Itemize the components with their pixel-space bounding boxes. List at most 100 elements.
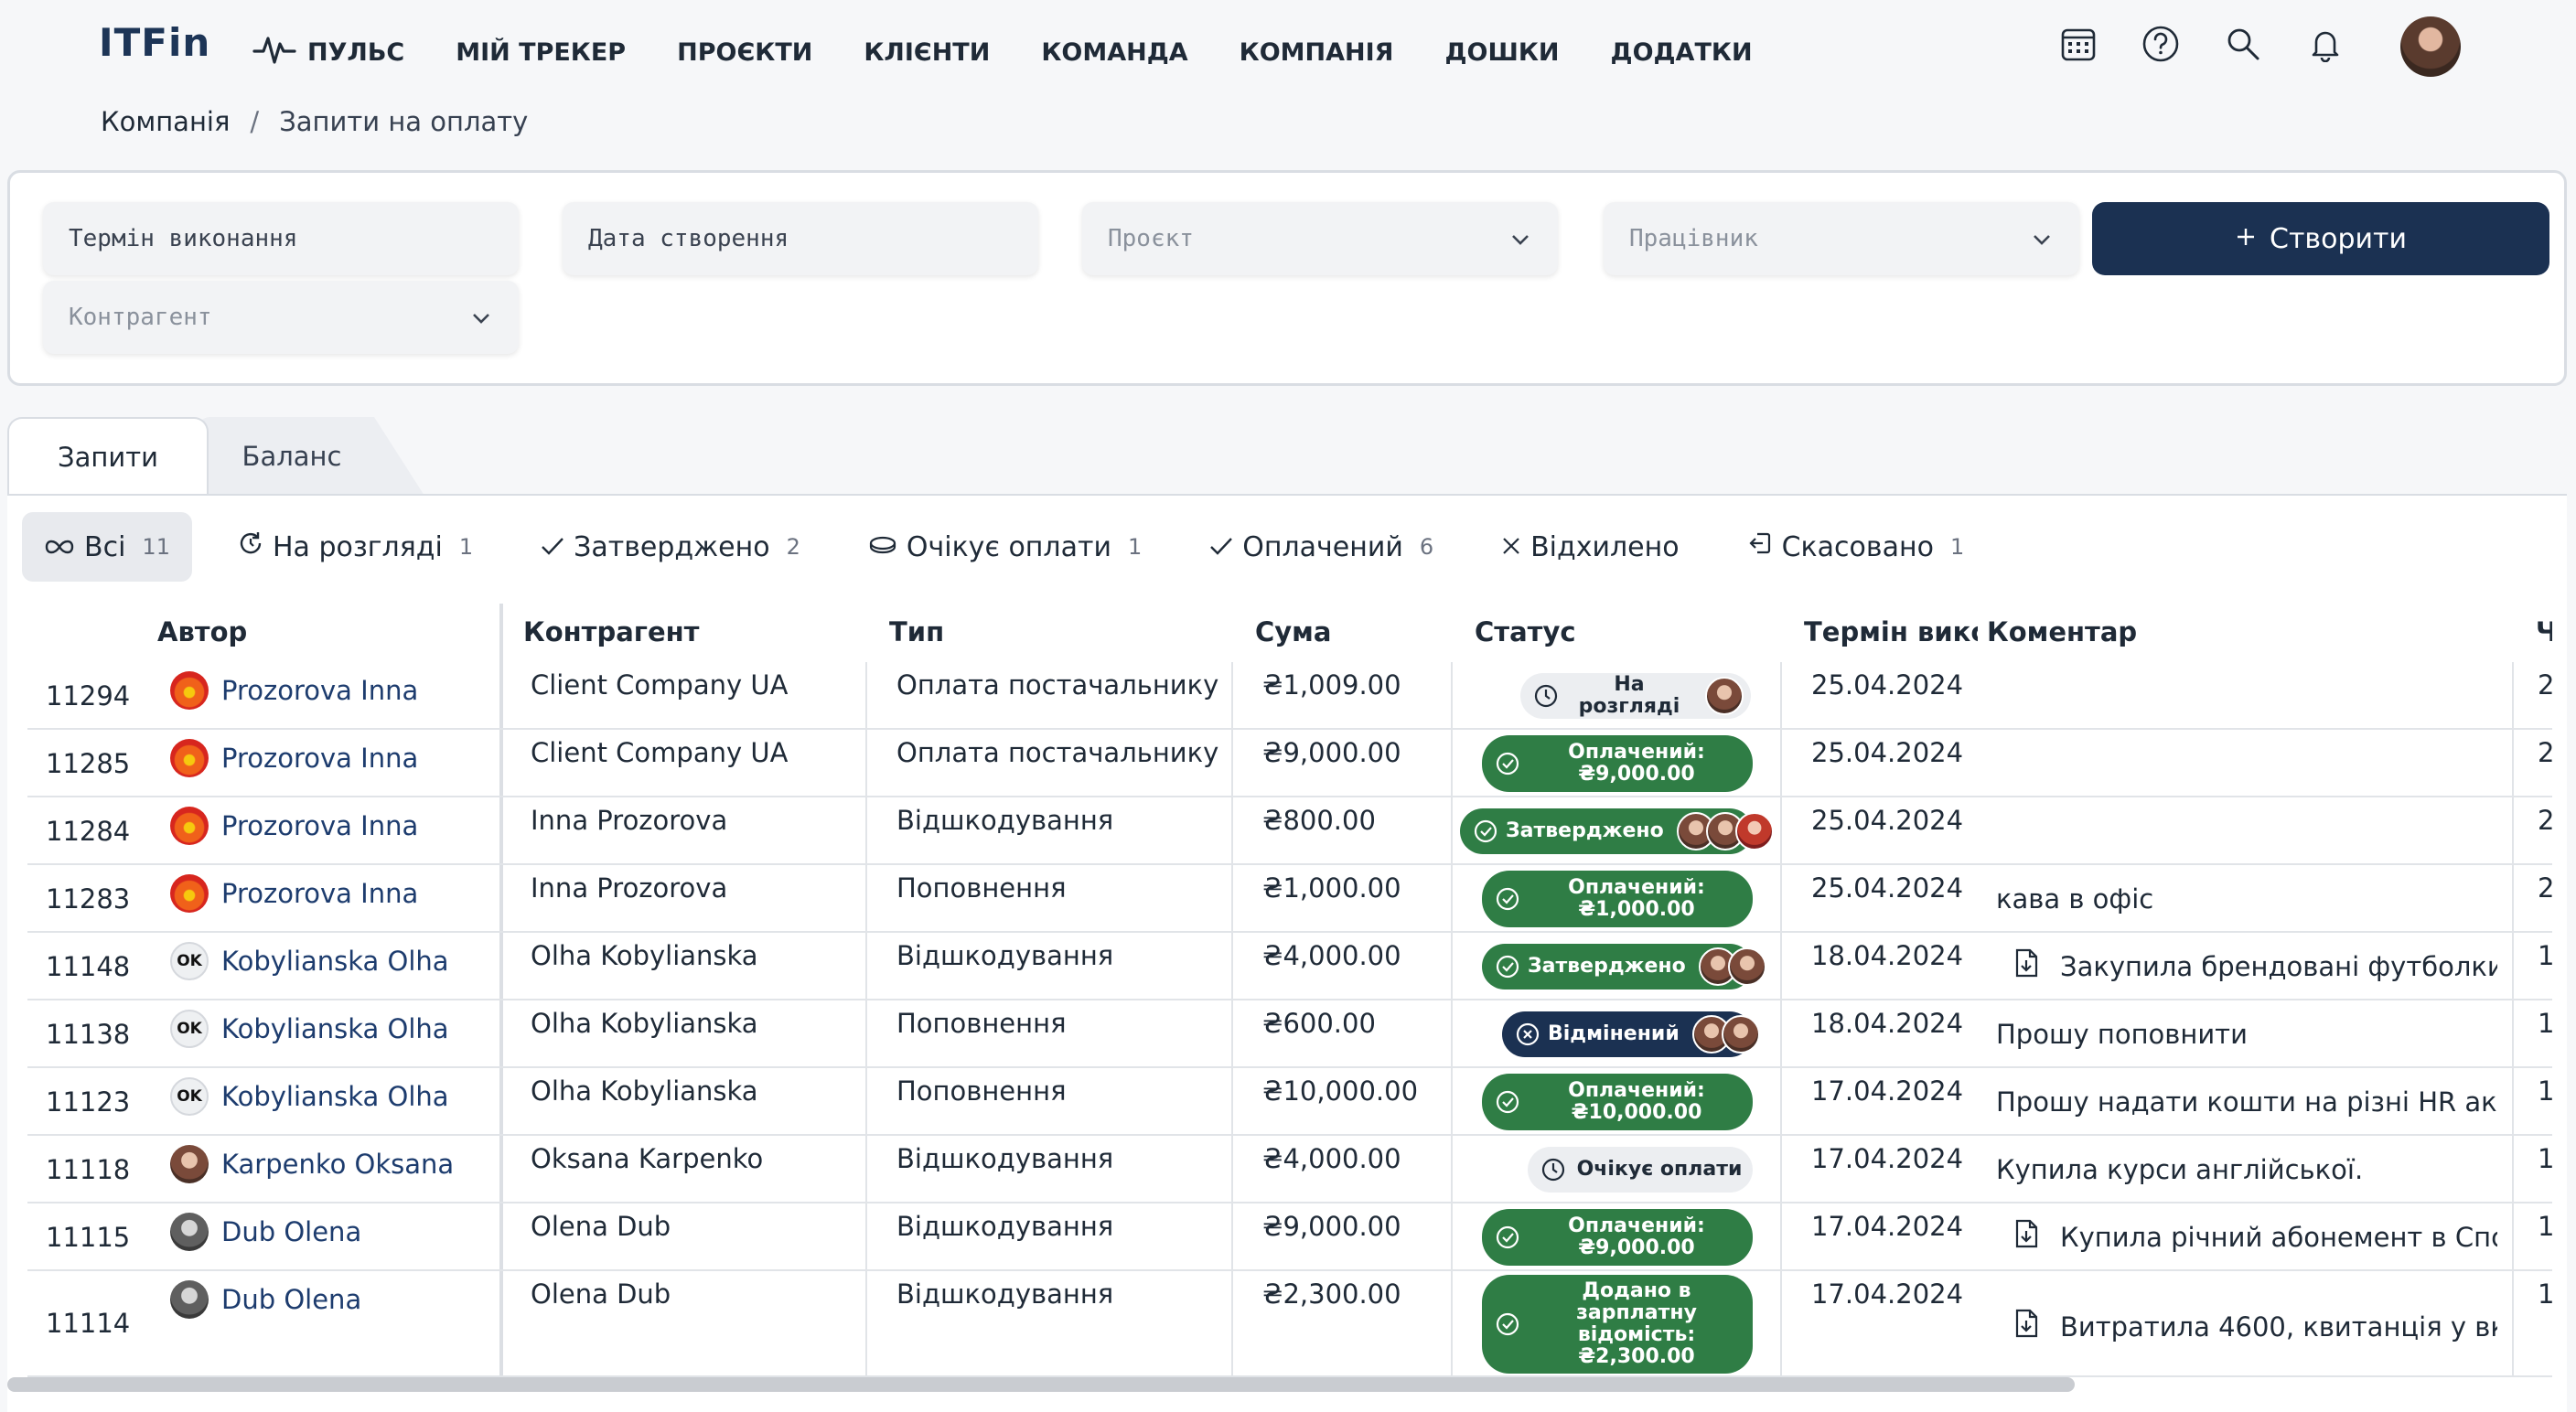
author-avatar bbox=[170, 1213, 209, 1251]
request-id[interactable]: 11114 bbox=[46, 1308, 130, 1339]
table-row[interactable]: 11285 Prozorova Inna Client Company UA Опла… bbox=[27, 730, 2552, 797]
table-row[interactable]: 11148 OK Kobylianska Olha Olha Kobylianska В… bbox=[27, 933, 2552, 1000]
tab-requests[interactable]: Запити bbox=[7, 417, 209, 496]
help-icon[interactable] bbox=[2141, 24, 2181, 64]
table-row[interactable]: 11138 OK Kobylianska Olha Olha Kobylianska П… bbox=[27, 1000, 2552, 1068]
project-select[interactable]: Проєкт bbox=[1082, 202, 1558, 275]
table-row[interactable]: 11123 OK Kobylianska Olha Olha Kobylianska П… bbox=[27, 1068, 2552, 1136]
counterparty-select[interactable]: Контрагент bbox=[43, 281, 519, 354]
horizontal-scrollbar[interactable] bbox=[7, 1377, 2075, 1392]
author-cell[interactable]: Prozorova Inna bbox=[170, 739, 418, 777]
status-badge[interactable]: Відмінений bbox=[1502, 1011, 1760, 1057]
status-filter-count: 11 bbox=[142, 534, 170, 560]
amount-cell: ₴1,009.00 bbox=[1262, 669, 1401, 701]
request-id[interactable]: 11148 bbox=[46, 951, 130, 982]
author-cell[interactable]: Prozorova Inna bbox=[170, 671, 418, 710]
status-icon bbox=[1495, 954, 1520, 979]
header-comment[interactable]: Коментар bbox=[1987, 616, 2137, 647]
attachment-icon[interactable] bbox=[2012, 947, 2040, 985]
chevron-down-icon bbox=[471, 304, 491, 331]
status-text: Очікує оплати bbox=[1576, 1158, 1743, 1181]
author-cell[interactable]: OK Kobylianska Olha bbox=[170, 942, 449, 980]
column-divider bbox=[1231, 865, 1233, 933]
bell-icon[interactable] bbox=[2305, 24, 2345, 64]
request-id[interactable]: 11118 bbox=[46, 1154, 130, 1185]
breadcrumb-company[interactable]: Компанія bbox=[101, 106, 230, 137]
status-filter-count: 2 bbox=[786, 534, 800, 560]
nav-item-company[interactable]: КОМПАНІЯ bbox=[1240, 31, 1394, 74]
header-counterparty[interactable]: Контрагент bbox=[523, 616, 699, 647]
status-badge[interactable]: Затверджено bbox=[1460, 808, 1774, 854]
due-date-cell: 25.04.2024 bbox=[1811, 872, 1964, 904]
header-status[interactable]: Статус bbox=[1475, 616, 1576, 647]
header-author[interactable]: Автор bbox=[157, 616, 247, 647]
search-icon[interactable] bbox=[2223, 24, 2263, 64]
request-id[interactable]: 11294 bbox=[46, 680, 130, 711]
status-filter-rejected[interactable]: Відхилено bbox=[1479, 512, 1701, 582]
status-filter-label: Затверджено bbox=[574, 530, 770, 563]
nav-item-boards[interactable]: ДОШКИ bbox=[1444, 31, 1559, 74]
user-avatar[interactable] bbox=[2400, 16, 2461, 77]
status-filter-count: 6 bbox=[1419, 534, 1434, 560]
status-badge[interactable]: Оплачений: ₴1,000.00 bbox=[1482, 871, 1753, 927]
table-row[interactable]: 11283 Prozorova Inna Inna Prozorova Поповне… bbox=[27, 865, 2552, 933]
status-filter-review[interactable]: На розгляді 1 bbox=[216, 512, 495, 582]
top-navigation: ITFin ПУЛЬС МІЙ ТРЕКЕР ПРОЄКТИ КЛІЄНТИ К… bbox=[0, 0, 2576, 95]
status-badge[interactable]: Додано в зарплатну відомість: ₴2,300.00 bbox=[1482, 1275, 1753, 1374]
request-id[interactable]: 11285 bbox=[46, 748, 130, 779]
nav-item-clients[interactable]: КЛІЄНТИ bbox=[864, 31, 990, 74]
author-avatar bbox=[170, 671, 209, 710]
status-badge[interactable]: Оплачений: ₴9,000.00 bbox=[1482, 1209, 1753, 1266]
author-cell[interactable]: Dub Olena bbox=[170, 1213, 361, 1251]
author-cell[interactable]: Karpenko Oksana bbox=[170, 1145, 454, 1183]
table-row[interactable]: 11294 Prozorova Inna Client Company UA Опла… bbox=[27, 662, 2552, 730]
status-filter-approved[interactable]: Затверджено 2 bbox=[519, 512, 822, 582]
table-row[interactable]: 11115 Dub Olena Olena Dub Відшкодування ₴9,0… bbox=[27, 1203, 2552, 1271]
header-amount[interactable]: Сума bbox=[1255, 616, 1331, 647]
table-row[interactable]: 11284 Prozorova Inna Inna Prozorova Відшкод… bbox=[27, 797, 2552, 865]
request-id[interactable]: 11283 bbox=[46, 883, 130, 915]
nav-item-team[interactable]: КОМАНДА bbox=[1041, 31, 1187, 74]
header-extra[interactable]: Ч bbox=[2536, 616, 2552, 647]
author-cell[interactable]: Dub Olena bbox=[170, 1280, 361, 1319]
attachment-icon[interactable] bbox=[2012, 1218, 2040, 1256]
status-filter-awaiting-payment[interactable]: Очікує оплати 1 bbox=[846, 512, 1164, 582]
request-id[interactable]: 11123 bbox=[46, 1086, 130, 1118]
status-badge[interactable]: Оплачений: ₴9,000.00 bbox=[1482, 735, 1753, 792]
author-name: Kobylianska Olha bbox=[221, 1081, 449, 1112]
status-badge[interactable]: На розгляді bbox=[1520, 673, 1751, 719]
status-badge[interactable]: Очікує оплати bbox=[1528, 1147, 1753, 1193]
due-date-cell: 25.04.2024 bbox=[1811, 805, 1964, 836]
request-id[interactable]: 11138 bbox=[46, 1019, 130, 1050]
due-date-filter[interactable]: Термін виконання bbox=[43, 202, 519, 275]
create-button[interactable]: Створити bbox=[2092, 202, 2549, 275]
status-filter-paid[interactable]: Оплачений 6 bbox=[1187, 512, 1455, 582]
calendar-icon[interactable] bbox=[2058, 24, 2098, 64]
status-badge[interactable]: Затверджено bbox=[1482, 944, 1766, 989]
request-id[interactable]: 11284 bbox=[46, 816, 130, 847]
nav-item-my-tracker[interactable]: МІЙ ТРЕКЕР bbox=[456, 31, 626, 74]
nav-item-projects[interactable]: ПРОЄКТИ bbox=[677, 31, 812, 74]
header-type[interactable]: Тип bbox=[889, 616, 944, 647]
column-divider bbox=[2512, 1203, 2514, 1271]
attachment-icon[interactable] bbox=[2012, 1308, 2040, 1345]
status-filter-cancelled[interactable]: Скасовано 1 bbox=[1725, 512, 1987, 582]
extra-cell: 2 bbox=[2538, 669, 2552, 701]
table-row[interactable]: 11118 Karpenko Oksana Oksana Karpenko Відшк… bbox=[27, 1136, 2552, 1203]
author-cell[interactable]: OK Kobylianska Olha bbox=[170, 1077, 449, 1116]
header-due-date[interactable]: Термін викс bbox=[1804, 616, 1978, 647]
status-filter-all[interactable]: Всі 11 bbox=[22, 512, 192, 582]
tab-balance[interactable]: Баланс bbox=[196, 417, 424, 496]
employee-select[interactable]: Працівник bbox=[1604, 202, 2079, 275]
author-cell[interactable]: Prozorova Inna bbox=[170, 807, 418, 845]
request-id[interactable]: 11115 bbox=[46, 1222, 130, 1253]
nav-item-pulse[interactable]: ПУЛЬС bbox=[252, 31, 404, 74]
tabs: Баланс Запити bbox=[7, 417, 2567, 496]
created-date-filter[interactable]: Дата створення bbox=[563, 202, 1038, 275]
nav-item-addons[interactable]: ДОДАТКИ bbox=[1611, 31, 1753, 74]
author-cell[interactable]: OK Kobylianska Olha bbox=[170, 1010, 449, 1048]
app-logo[interactable]: ITFin bbox=[99, 20, 210, 65]
table-row[interactable]: 11114 Dub Olena Olena Dub Відшкодування ₴2,3… bbox=[27, 1271, 2552, 1377]
status-badge[interactable]: Оплачений: ₴10,000.00 bbox=[1482, 1074, 1753, 1130]
author-cell[interactable]: Prozorova Inna bbox=[170, 874, 418, 913]
